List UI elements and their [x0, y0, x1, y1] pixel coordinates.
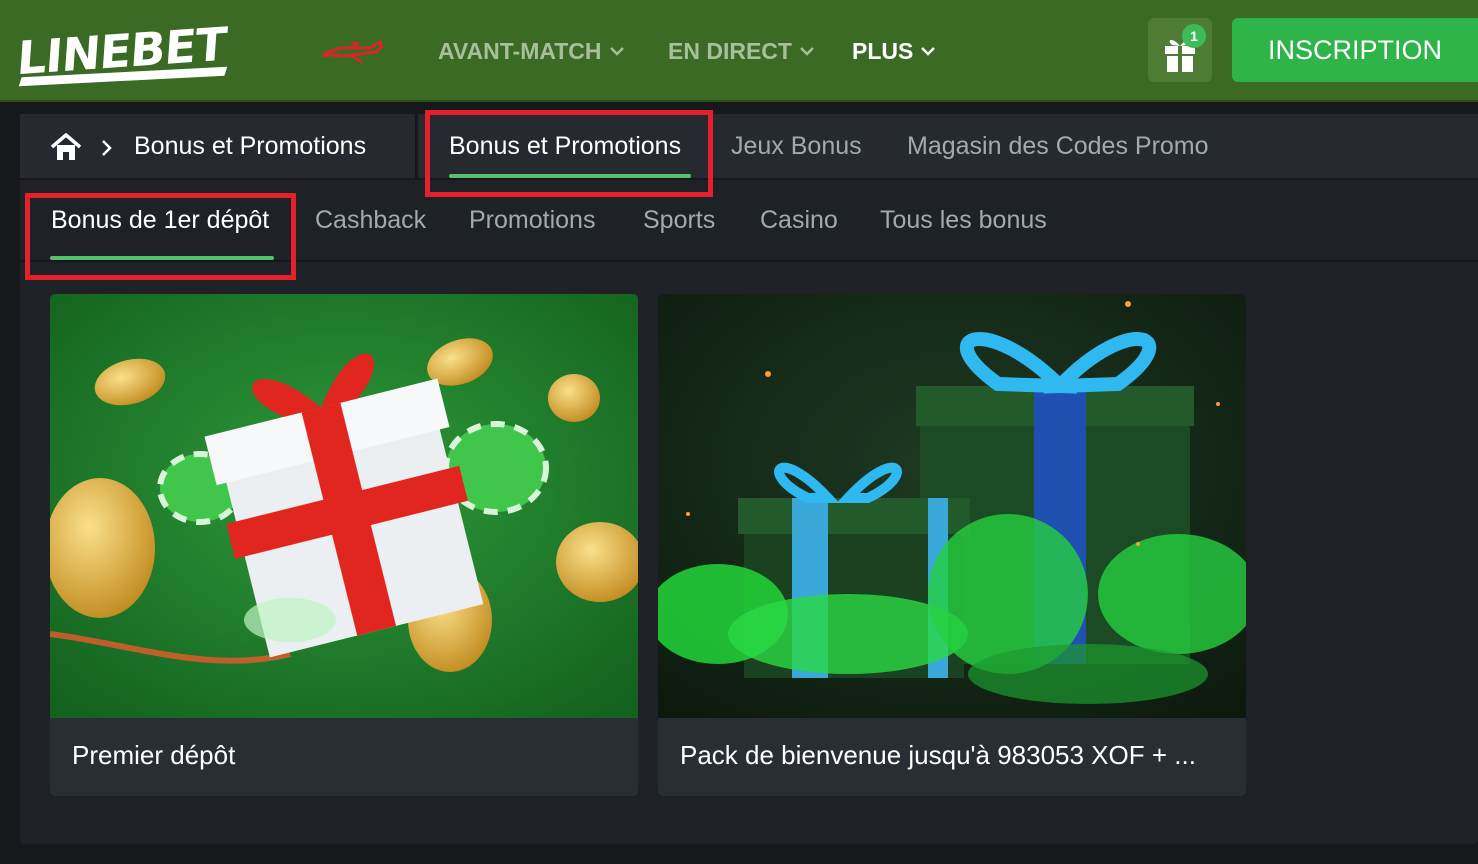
home-icon[interactable] [50, 132, 82, 162]
highlight-box-subtab [25, 193, 296, 280]
chevron-down-icon [921, 47, 936, 56]
subtab-sports[interactable]: Sports [643, 206, 715, 235]
nav-en-direct[interactable]: EN DIRECT [668, 36, 816, 66]
highlight-box-tab [425, 110, 713, 197]
tab-jeux-bonus[interactable]: Jeux Bonus [731, 132, 862, 161]
bonus-card-pack-bienvenue[interactable]: Pack de bienvenue jusqu'à 983053 XOF + .… [658, 294, 1246, 796]
nav-plus[interactable]: PLUS [852, 36, 937, 66]
subtab-tous-les-bonus[interactable]: Tous les bonus [880, 206, 1047, 235]
subtab-casino[interactable]: Casino [760, 206, 838, 235]
chevron-down-icon [609, 47, 624, 56]
gift-with-coins-image [50, 294, 638, 718]
subtab-cashback[interactable]: Cashback [315, 206, 426, 235]
signup-button[interactable]: INSCRIPTION [1232, 18, 1478, 82]
card-title: Pack de bienvenue jusqu'à 983053 XOF + .… [680, 740, 1196, 770]
blue-ribbon-gifts-image [658, 294, 1246, 718]
subtab-promotions[interactable]: Promotions [469, 206, 595, 235]
nav-en-direct-label: EN DIRECT [668, 37, 792, 64]
nav-plus-label: PLUS [852, 37, 914, 64]
nav-avant-match-label: AVANT-MATCH [438, 37, 602, 64]
linebet-logo[interactable]: LINEBET [15, 17, 228, 87]
top-header: LINEBET AVANT-MATCH EN DIRECT PLUS 1 INS… [0, 0, 1478, 102]
chevron-down-icon [800, 47, 814, 56]
aviator-plane-icon[interactable] [320, 34, 386, 64]
gift-count-badge: 1 [1182, 24, 1206, 48]
chevron-right-icon [102, 140, 112, 156]
nav-avant-match[interactable]: AVANT-MATCH [438, 36, 626, 66]
bonus-card-premier-depot[interactable]: Premier dépôt [50, 294, 638, 796]
tab-magasin-codes-promo[interactable]: Magasin des Codes Promo [907, 132, 1209, 161]
card-title: Premier dépôt [72, 740, 236, 770]
breadcrumb-divider [415, 114, 418, 180]
breadcrumb-current[interactable]: Bonus et Promotions [134, 132, 366, 161]
